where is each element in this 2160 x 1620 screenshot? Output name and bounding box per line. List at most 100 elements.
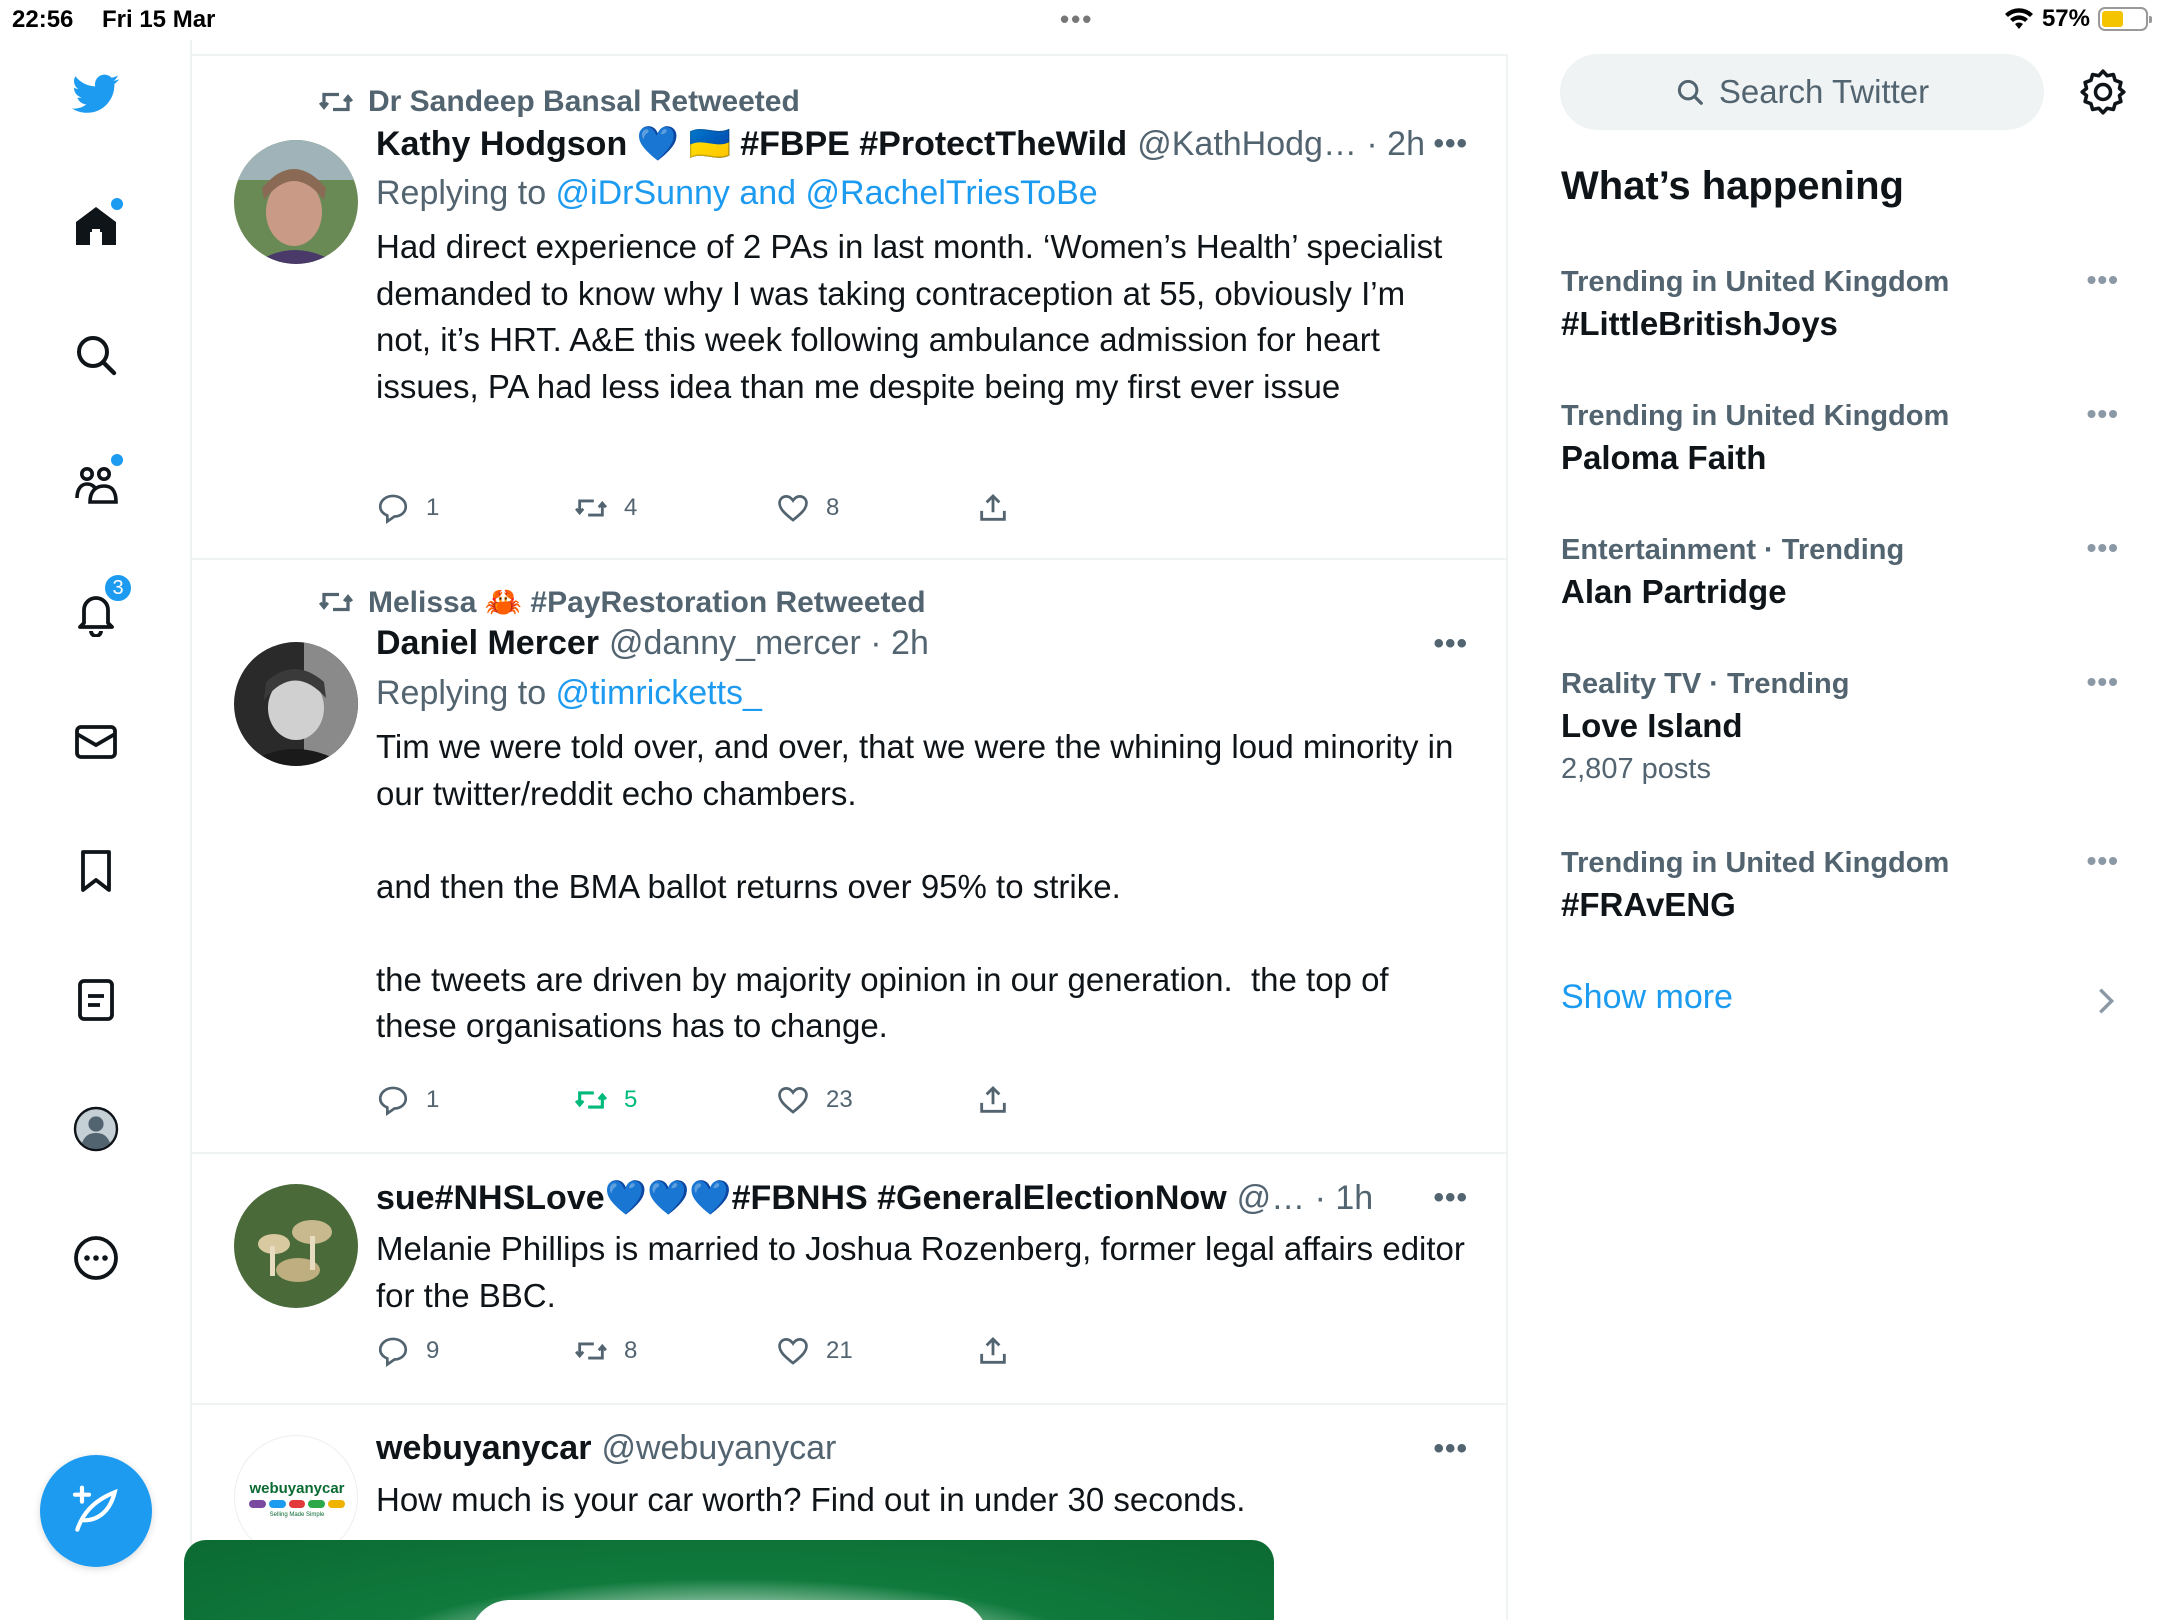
replying-to: Replying to @timricketts_ <box>376 674 762 712</box>
share-icon <box>980 1336 1006 1364</box>
compose-feather-icon <box>72 1485 118 1532</box>
avatar[interactable] <box>234 140 358 264</box>
trend-more-icon[interactable]: ••• <box>2087 532 2119 564</box>
retweet-button[interactable]: 4 <box>574 491 637 525</box>
reply-button[interactable]: 1 <box>376 491 439 525</box>
retweet-icon <box>575 1342 607 1360</box>
share-button[interactable] <box>976 491 1010 525</box>
search-placeholder: Search Twitter <box>1718 73 1930 110</box>
compose-tweet-button[interactable] <box>40 1455 152 1567</box>
notifications-bell-icon[interactable]: 3 <box>62 573 133 647</box>
trend-post-count: 2,807 posts <box>1561 753 1711 785</box>
chevron-right-icon <box>2099 988 2115 1014</box>
retweet-icon <box>575 499 607 517</box>
heart-icon <box>778 1338 808 1365</box>
trend-more-icon[interactable]: ••• <box>2087 666 2119 698</box>
reply-icon <box>378 494 408 525</box>
like-button[interactable]: 21 <box>776 1334 853 1368</box>
retweet-context: Melissa 🦀 #PayRestoration Retweeted <box>318 584 926 620</box>
retweeted-by[interactable]: Dr Sandeep Bansal Retweeted <box>368 85 800 119</box>
more-icon[interactable]: ••• <box>1433 1432 1468 1466</box>
trend-item[interactable]: Entertainment · Trending Alan Partridge … <box>1561 532 2121 611</box>
settings-gear-icon[interactable] <box>2078 64 2128 120</box>
tweet-header: Kathy Hodgson 💙 🇺🇦 #FBPE #ProtectTheWild… <box>376 124 1468 164</box>
handle[interactable]: @webuyanycar <box>601 1429 836 1468</box>
reply-mentions[interactable]: @iDrSunny and @RachelTriesToBe <box>556 174 1098 212</box>
tweet-actions: 1 5 23 <box>376 1083 1076 1123</box>
trend-name: Love Island <box>1561 707 1743 744</box>
like-button[interactable]: 23 <box>776 1083 853 1117</box>
trend-context: Trending in United Kingdom <box>1561 266 1950 298</box>
bookmarks-icon[interactable] <box>62 837 130 905</box>
tweet-actions: 9 8 21 <box>376 1334 1076 1374</box>
handle-time[interactable]: @… · 1h <box>1237 1179 1374 1218</box>
handle-time[interactable]: @KathHodg… · 2h <box>1137 125 1425 164</box>
tweet[interactable]: Melissa 🦀 #PayRestoration Retweeted Dani… <box>192 560 1508 1154</box>
retweet-icon <box>318 592 354 612</box>
tweet-actions: 1 4 8 <box>376 491 1076 531</box>
home-icon[interactable] <box>62 192 130 260</box>
heart-icon <box>778 495 808 522</box>
messages-envelope-icon[interactable] <box>62 708 130 776</box>
twitter-logo-icon[interactable] <box>62 60 130 128</box>
like-button[interactable]: 8 <box>776 491 839 525</box>
avatar[interactable] <box>234 642 358 766</box>
tweet[interactable]: sue#NHSLove💙💙💙#FBNHS #GeneralElectionNow… <box>192 1154 1508 1405</box>
trend-context: Entertainment · Trending <box>1561 534 1905 566</box>
more-icon[interactable]: ••• <box>1433 1181 1468 1215</box>
replying-to: Replying to @iDrSunny and @RachelTriesTo… <box>376 174 1098 212</box>
trend-name: #LittleBritishJoys <box>1561 305 1838 342</box>
trend-item[interactable]: Trending in United Kingdom #LittleBritis… <box>1561 264 2121 343</box>
communities-icon[interactable] <box>62 450 130 518</box>
wifi-icon <box>2004 8 2033 29</box>
share-icon <box>980 1085 1006 1113</box>
share-button[interactable] <box>976 1334 1010 1368</box>
reply-icon <box>378 1086 408 1117</box>
lists-icon[interactable] <box>62 966 130 1034</box>
tweet-header: Daniel Mercer @danny_mercer · 2h ••• <box>376 624 1468 663</box>
reply-button[interactable]: 1 <box>376 1083 439 1117</box>
trend-item[interactable]: Trending in United Kingdom #FRAvENG ••• <box>1561 845 2121 924</box>
date: Fri 15 Mar <box>102 6 216 33</box>
display-name[interactable]: Daniel Mercer <box>376 624 599 663</box>
more-options-icon[interactable] <box>62 1224 130 1292</box>
search-input[interactable]: Search Twitter <box>1560 54 2044 130</box>
home-unread-dot <box>111 198 123 210</box>
share-button[interactable] <box>976 1083 1010 1117</box>
display-name[interactable]: webuyanycar <box>376 1429 591 1468</box>
trend-context: Reality TV · Trending <box>1561 668 1850 700</box>
display-name[interactable]: sue#NHSLove💙💙💙#FBNHS #GeneralElectionNow <box>376 1178 1227 1218</box>
retweet-button[interactable]: 8 <box>574 1334 637 1368</box>
show-more-link[interactable]: Show more <box>1561 978 1733 1017</box>
retweet-icon <box>318 92 354 112</box>
trend-more-icon[interactable]: ••• <box>2087 264 2119 296</box>
trend-more-icon[interactable]: ••• <box>2087 845 2119 877</box>
communities-unread-dot <box>111 454 123 466</box>
reply-mentions[interactable]: @timricketts_ <box>556 674 762 712</box>
trend-item[interactable]: Trending in United Kingdom Paloma Faith … <box>1561 398 2121 477</box>
webuyanycar-tagline: Selling Made Simple <box>269 1512 325 1518</box>
reply-icon <box>378 1337 408 1368</box>
reply-button[interactable]: 9 <box>376 1334 439 1368</box>
trend-more-icon[interactable]: ••• <box>2087 398 2119 430</box>
trend-name: Alan Partridge <box>1561 573 1787 610</box>
card-input-pill[interactable] <box>470 1600 988 1620</box>
retweet-icon <box>574 1091 608 1109</box>
tweet[interactable]: Dr Sandeep Bansal Retweeted Kathy Hodgso… <box>192 56 1508 560</box>
multitasking-dots-icon[interactable]: ••• <box>1060 4 1093 35</box>
timeline: Dr Sandeep Bansal Retweeted Kathy Hodgso… <box>192 54 1508 1620</box>
display-name[interactable]: Kathy Hodgson 💙 🇺🇦 #FBPE #ProtectTheWild <box>376 124 1127 164</box>
handle-time[interactable]: @danny_mercer · 2h <box>609 624 929 663</box>
more-icon[interactable]: ••• <box>1433 127 1468 161</box>
search-icon[interactable] <box>62 321 130 389</box>
trend-item[interactable]: Reality TV · Trending Love Island 2,807 … <box>1561 666 2121 786</box>
more-icon[interactable]: ••• <box>1433 627 1468 661</box>
tweet-header: sue#NHSLove💙💙💙#FBNHS #GeneralElectionNow… <box>376 1178 1468 1218</box>
profile-avatar-icon[interactable] <box>62 1095 130 1163</box>
retweeted-by[interactable]: Melissa 🦀 #PayRestoration Retweeted <box>368 585 926 620</box>
avatar[interactable] <box>234 1184 358 1308</box>
promoted-media-card[interactable] <box>184 1540 1274 1620</box>
trend-context: Trending in United Kingdom <box>1561 847 1950 879</box>
trend-name: Paloma Faith <box>1561 439 1767 476</box>
retweet-button-active[interactable]: 5 <box>574 1083 637 1117</box>
